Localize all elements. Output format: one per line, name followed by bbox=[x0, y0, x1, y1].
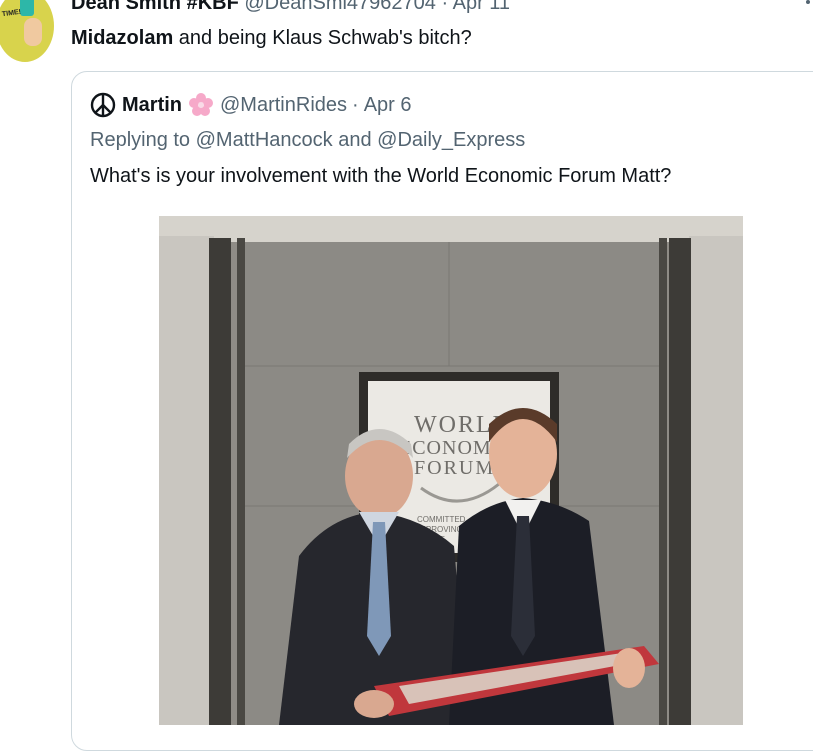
avatar-text: TIME! bbox=[1, 8, 22, 19]
reply-mention-matthancock[interactable]: @MattHancock bbox=[196, 129, 333, 151]
photo-illustration: WORLD ECONOMIC FORUM COMMITTED IMPROVING… bbox=[159, 216, 743, 725]
tweet-text: Midazolam and being Klaus Schwab's bitch… bbox=[71, 27, 472, 50]
more-options-icon[interactable] bbox=[806, 0, 810, 4]
tweet-header: Dean Smith #KBF @DeanSmi47962704 · Apr 1… bbox=[71, 0, 510, 15]
user-avatar[interactable]: TIME! bbox=[0, 0, 54, 62]
tweet-photo[interactable]: WORLD ECONOMIC FORUM COMMITTED IMPROVING… bbox=[159, 216, 743, 725]
peace-symbol-icon bbox=[90, 92, 116, 118]
reply-mention-daily-express[interactable]: @Daily_Express bbox=[377, 129, 525, 151]
separator-dot: · bbox=[441, 0, 449, 14]
quoted-separator: · bbox=[352, 93, 359, 116]
quoted-tweet-header: Martin @MartinRides · Apr 6 bbox=[90, 92, 412, 118]
tweet-text-rest: and being Klaus Schwab's bitch? bbox=[173, 27, 472, 49]
quoted-tweet-text: What's is your involvement with the Worl… bbox=[90, 165, 672, 187]
tweet-text-bold: Midazolam bbox=[71, 27, 174, 49]
quoted-user-handle[interactable]: @MartinRides bbox=[220, 94, 347, 117]
quoted-display-name[interactable]: Martin bbox=[122, 94, 182, 117]
replying-to-line: Replying to @MattHancock and @Daily_Expr… bbox=[90, 129, 525, 152]
replying-and-label: and bbox=[338, 129, 372, 151]
tweet-date[interactable]: Apr 11 bbox=[453, 0, 510, 14]
quoted-tweet-date[interactable]: Apr 6 bbox=[364, 94, 412, 117]
avatar-bottle-graphic bbox=[20, 0, 34, 16]
sign-text-forum: FORUM bbox=[414, 457, 495, 479]
user-handle[interactable]: @DeanSmi47962704 bbox=[244, 0, 436, 14]
avatar-hand-graphic bbox=[24, 18, 42, 46]
cherry-blossom-icon bbox=[189, 93, 213, 116]
sign-small-1: COMMITTED bbox=[417, 515, 466, 524]
replying-to-label: Replying to bbox=[90, 129, 191, 151]
display-name[interactable]: Dean Smith #KBF bbox=[71, 0, 239, 14]
